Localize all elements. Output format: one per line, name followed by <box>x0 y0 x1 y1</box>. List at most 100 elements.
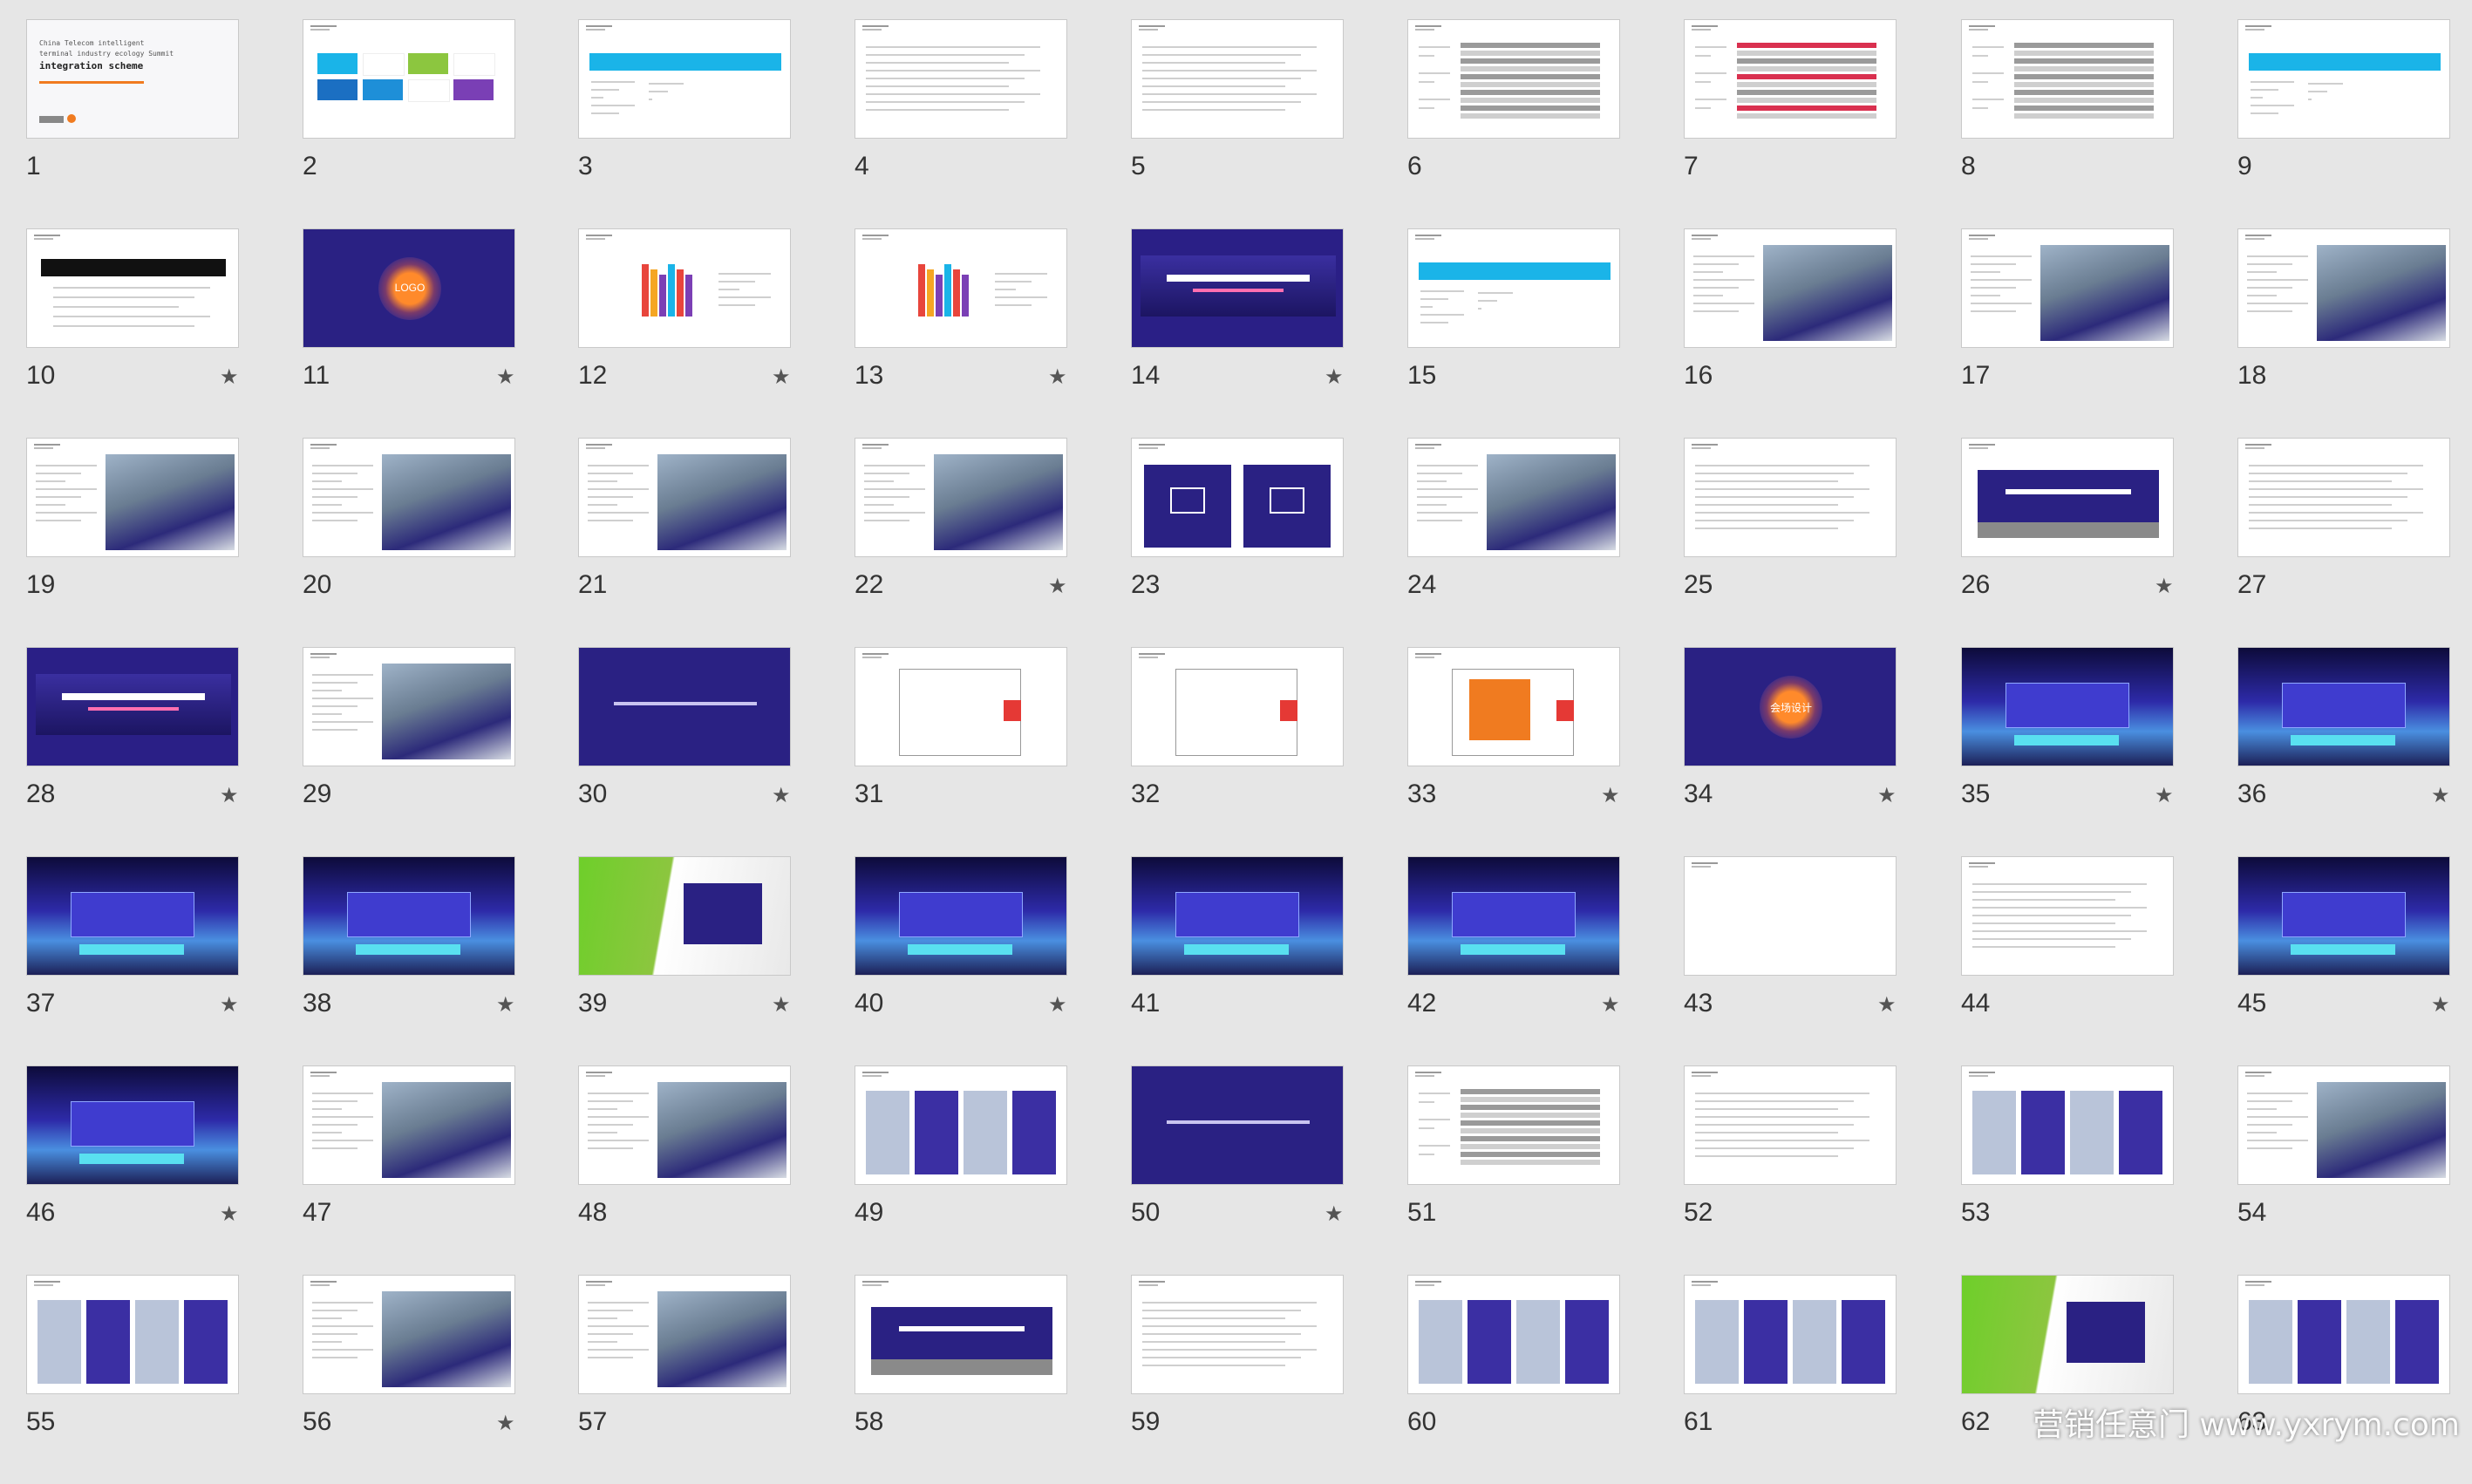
slide-thumbnail-cell[interactable]: 14 ★ <box>1131 228 1393 438</box>
slide-thumbnail[interactable] <box>855 1065 1067 1185</box>
slide-thumbnail[interactable] <box>1684 856 1897 976</box>
slide-thumbnail-cell[interactable]: 59 <box>1131 1275 1393 1484</box>
slide-thumbnail[interactable] <box>1684 19 1897 139</box>
slide-thumbnail-cell[interactable]: 20 <box>303 438 564 647</box>
slide-thumbnail[interactable] <box>303 19 515 139</box>
slide-thumbnail-cell[interactable]: 35 ★ <box>1961 647 2223 856</box>
slide-thumbnail[interactable] <box>1684 1065 1897 1185</box>
slide-thumbnail[interactable] <box>855 228 1067 348</box>
slide-thumbnail[interactable] <box>2237 1065 2450 1185</box>
slide-thumbnail[interactable] <box>578 1275 791 1394</box>
slide-thumbnail-cell[interactable]: 46 ★ <box>26 1065 288 1275</box>
slide-thumbnail-cell[interactable]: 32 <box>1131 647 1393 856</box>
slide-thumbnail[interactable] <box>1131 19 1344 139</box>
slide-thumbnail[interactable] <box>1961 647 2174 766</box>
slide-thumbnail-cell[interactable]: 41 <box>1131 856 1393 1065</box>
slide-thumbnail-cell[interactable]: 17 <box>1961 228 2223 438</box>
slide-thumbnail[interactable] <box>1961 1275 2174 1394</box>
slide-thumbnail[interactable] <box>26 1275 239 1394</box>
slide-thumbnail-cell[interactable]: 37 ★ <box>26 856 288 1065</box>
slide-thumbnail[interactable] <box>855 856 1067 976</box>
slide-thumbnail-cell[interactable]: LOGO 11 ★ <box>303 228 564 438</box>
slide-thumbnail[interactable] <box>1131 1275 1344 1394</box>
slide-thumbnail-cell[interactable]: 21 <box>578 438 840 647</box>
slide-thumbnail[interactable] <box>855 19 1067 139</box>
slide-thumbnail-cell[interactable]: 18 <box>2237 228 2472 438</box>
slide-thumbnail-cell[interactable]: 54 <box>2237 1065 2472 1275</box>
slide-thumbnail-cell[interactable]: 36 ★ <box>2237 647 2472 856</box>
slide-thumbnail-cell[interactable]: 44 <box>1961 856 2223 1065</box>
slide-thumbnail[interactable] <box>578 647 791 766</box>
slide-thumbnail-cell[interactable]: 55 <box>26 1275 288 1484</box>
slide-thumbnail-cell[interactable]: 16 <box>1684 228 1945 438</box>
slide-thumbnail-cell[interactable]: 40 ★ <box>855 856 1116 1065</box>
slide-thumbnail-cell[interactable]: 62 <box>1961 1275 2223 1484</box>
slide-thumbnail[interactable] <box>1131 438 1344 557</box>
slide-thumbnail-cell[interactable]: 56 ★ <box>303 1275 564 1484</box>
slide-thumbnail[interactable] <box>1961 438 2174 557</box>
slide-thumbnail[interactable] <box>1961 19 2174 139</box>
slide-thumbnail[interactable] <box>1961 228 2174 348</box>
slide-thumbnail-cell[interactable]: 7 <box>1684 19 1945 228</box>
slide-thumbnail[interactable] <box>1407 19 1620 139</box>
slide-thumbnail-cell[interactable]: 25 <box>1684 438 1945 647</box>
slide-thumbnail[interactable] <box>303 438 515 557</box>
slide-thumbnail-cell[interactable]: 38 ★ <box>303 856 564 1065</box>
slide-thumbnail-cell[interactable]: 3 <box>578 19 840 228</box>
slide-thumbnail-cell[interactable]: 2 <box>303 19 564 228</box>
slide-thumbnail-cell[interactable]: 53 <box>1961 1065 2223 1275</box>
slide-thumbnail[interactable] <box>303 1275 515 1394</box>
slide-thumbnail[interactable] <box>578 438 791 557</box>
slide-thumbnail-cell[interactable]: 19 <box>26 438 288 647</box>
slide-thumbnail[interactable] <box>1407 1275 1620 1394</box>
slide-thumbnail-cell[interactable]: 29 <box>303 647 564 856</box>
slide-thumbnail-cell[interactable]: 51 <box>1407 1065 1669 1275</box>
slide-thumbnail-cell[interactable]: 22 ★ <box>855 438 1116 647</box>
slide-thumbnail-cell[interactable]: 31 <box>855 647 1116 856</box>
slide-thumbnail[interactable]: LOGO <box>303 228 515 348</box>
slide-thumbnail[interactable] <box>1684 1275 1897 1394</box>
slide-thumbnail-cell[interactable]: 63 <box>2237 1275 2472 1484</box>
slide-thumbnail-cell[interactable]: 61 <box>1684 1275 1945 1484</box>
slide-thumbnail[interactable] <box>1684 438 1897 557</box>
slide-thumbnail[interactable] <box>1407 438 1620 557</box>
slide-thumbnail-cell[interactable]: 45 ★ <box>2237 856 2472 1065</box>
slide-thumbnail-cell[interactable]: 5 <box>1131 19 1393 228</box>
slide-thumbnail[interactable] <box>2237 647 2450 766</box>
slide-thumbnail[interactable] <box>26 228 239 348</box>
slide-thumbnail[interactable] <box>1131 1065 1344 1185</box>
slide-thumbnail[interactable] <box>855 647 1067 766</box>
slide-thumbnail[interactable] <box>1407 856 1620 976</box>
slide-thumbnail[interactable] <box>2237 1275 2450 1394</box>
slide-thumbnail[interactable] <box>2237 856 2450 976</box>
slide-thumbnail-cell[interactable]: 9 <box>2237 19 2472 228</box>
slide-thumbnail[interactable] <box>1131 228 1344 348</box>
slide-thumbnail-cell[interactable]: 33 ★ <box>1407 647 1669 856</box>
slide-thumbnail[interactable] <box>578 1065 791 1185</box>
slide-thumbnail-cell[interactable]: 49 <box>855 1065 1116 1275</box>
slide-thumbnail-cell[interactable]: 24 <box>1407 438 1669 647</box>
slide-thumbnail[interactable] <box>303 647 515 766</box>
slide-thumbnail-cell[interactable]: 52 <box>1684 1065 1945 1275</box>
slide-thumbnail-cell[interactable]: 42 ★ <box>1407 856 1669 1065</box>
slide-thumbnail[interactable] <box>26 1065 239 1185</box>
slide-thumbnail-cell[interactable]: 60 <box>1407 1275 1669 1484</box>
slide-thumbnail-cell[interactable]: 58 <box>855 1275 1116 1484</box>
slide-thumbnail[interactable] <box>578 228 791 348</box>
slide-thumbnail-cell[interactable]: 28 ★ <box>26 647 288 856</box>
slide-thumbnail[interactable] <box>26 438 239 557</box>
slide-thumbnail[interactable] <box>2237 228 2450 348</box>
slide-thumbnail[interactable] <box>303 856 515 976</box>
slide-thumbnail-cell[interactable]: 48 <box>578 1065 840 1275</box>
slide-thumbnail[interactable] <box>1961 1065 2174 1185</box>
slide-thumbnail[interactable]: 会场设计 <box>1684 647 1897 766</box>
slide-thumbnail[interactable] <box>2237 19 2450 139</box>
slide-thumbnail-cell[interactable]: 23 <box>1131 438 1393 647</box>
slide-thumbnail[interactable]: China Telecom intelligent terminal indust… <box>26 19 239 139</box>
slide-thumbnail[interactable] <box>2237 438 2450 557</box>
slide-thumbnail-cell[interactable]: China Telecom intelligent terminal indust… <box>26 19 288 228</box>
slide-thumbnail[interactable] <box>855 438 1067 557</box>
slide-thumbnail-cell[interactable]: 26 ★ <box>1961 438 2223 647</box>
slide-thumbnail-cell[interactable]: 12 ★ <box>578 228 840 438</box>
slide-thumbnail[interactable] <box>578 19 791 139</box>
